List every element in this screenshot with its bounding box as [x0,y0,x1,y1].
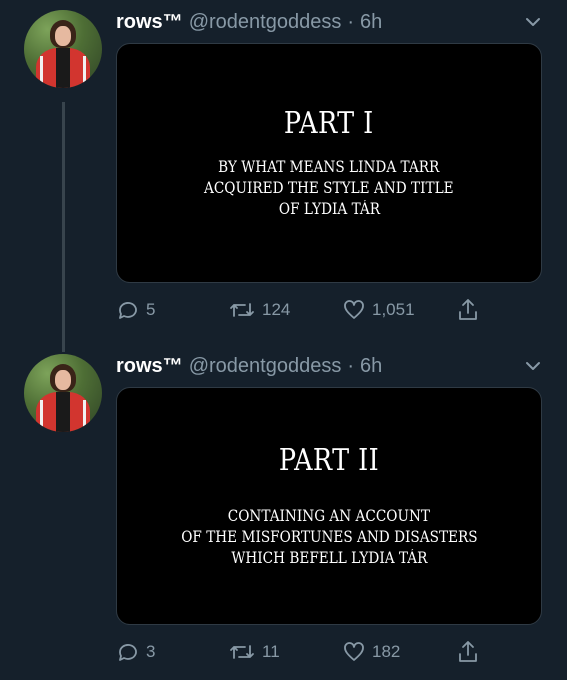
separator-dot: · [347,354,354,377]
chevron-down-icon[interactable] [524,13,542,31]
user-handle[interactable]: @rodentgoddess [189,355,342,378]
image-card[interactable]: PART II CONTAINING AN ACCOUNT OF THE MIS… [116,387,542,625]
like-button[interactable]: 1,051 [342,296,415,324]
timestamp[interactable]: 6h [360,355,382,378]
card-title: PART II [278,443,380,478]
retweet-count: 124 [262,300,291,319]
heart-icon [344,300,364,319]
reply-count: 3 [146,642,156,661]
card-line: WHICH BEFELL LYDIA TÁR [230,549,427,567]
reply-button[interactable]: 5 [116,296,155,324]
retweet-icon [230,303,254,317]
reply-button[interactable]: 3 [116,638,155,666]
share-icon [459,641,477,662]
reply-icon [119,302,137,319]
card-line: OF LYDIA TÁR [278,200,380,218]
share-icon [459,299,477,320]
display-name[interactable]: rows™ [116,11,183,34]
tweet-1[interactable]: rows™ @rodentgoddess · 6h PART I BY WHAT… [0,0,567,340]
tweet-header: rows™ @rodentgoddess · 6h [116,352,382,380]
card-line: ACQUIRED THE STYLE AND TITLE [204,179,454,197]
avatar[interactable] [24,354,102,432]
tweet-header: rows™ @rodentgoddess · 6h [116,8,382,36]
reply-count: 5 [146,300,156,319]
like-count: 1,051 [372,300,415,319]
image-card[interactable]: PART I BY WHAT MEANS LINDA TARR ACQUIRED… [116,43,542,283]
reply-icon [119,644,137,661]
tweet-actions: 3 11 182 [116,638,536,666]
heart-icon [344,642,364,661]
retweet-button[interactable]: 11 [228,638,280,666]
retweet-icon [230,645,254,659]
avatar[interactable] [24,10,102,88]
timestamp[interactable]: 6h [360,11,382,34]
card-title: PART I [284,106,374,141]
display-name[interactable]: rows™ [116,355,183,378]
card-line: OF THE MISFORTUNES AND DISASTERS [180,528,478,546]
share-button[interactable] [456,296,480,324]
retweet-count: 11 [262,642,280,661]
tweet-actions: 5 124 1,051 [116,296,536,324]
chevron-down-icon[interactable] [524,357,542,375]
separator-dot: · [347,10,354,33]
card-line: CONTAINING AN ACCOUNT [227,507,431,525]
tweet-2[interactable]: rows™ @rodentgoddess · 6h PART II CONTAI… [0,340,567,680]
share-button[interactable] [456,638,480,666]
like-count: 182 [372,642,401,661]
card-line: BY WHAT MEANS LINDA TARR [218,158,440,176]
user-handle[interactable]: @rodentgoddess [189,11,342,34]
retweet-button[interactable]: 124 [228,296,290,324]
like-button[interactable]: 182 [342,638,400,666]
